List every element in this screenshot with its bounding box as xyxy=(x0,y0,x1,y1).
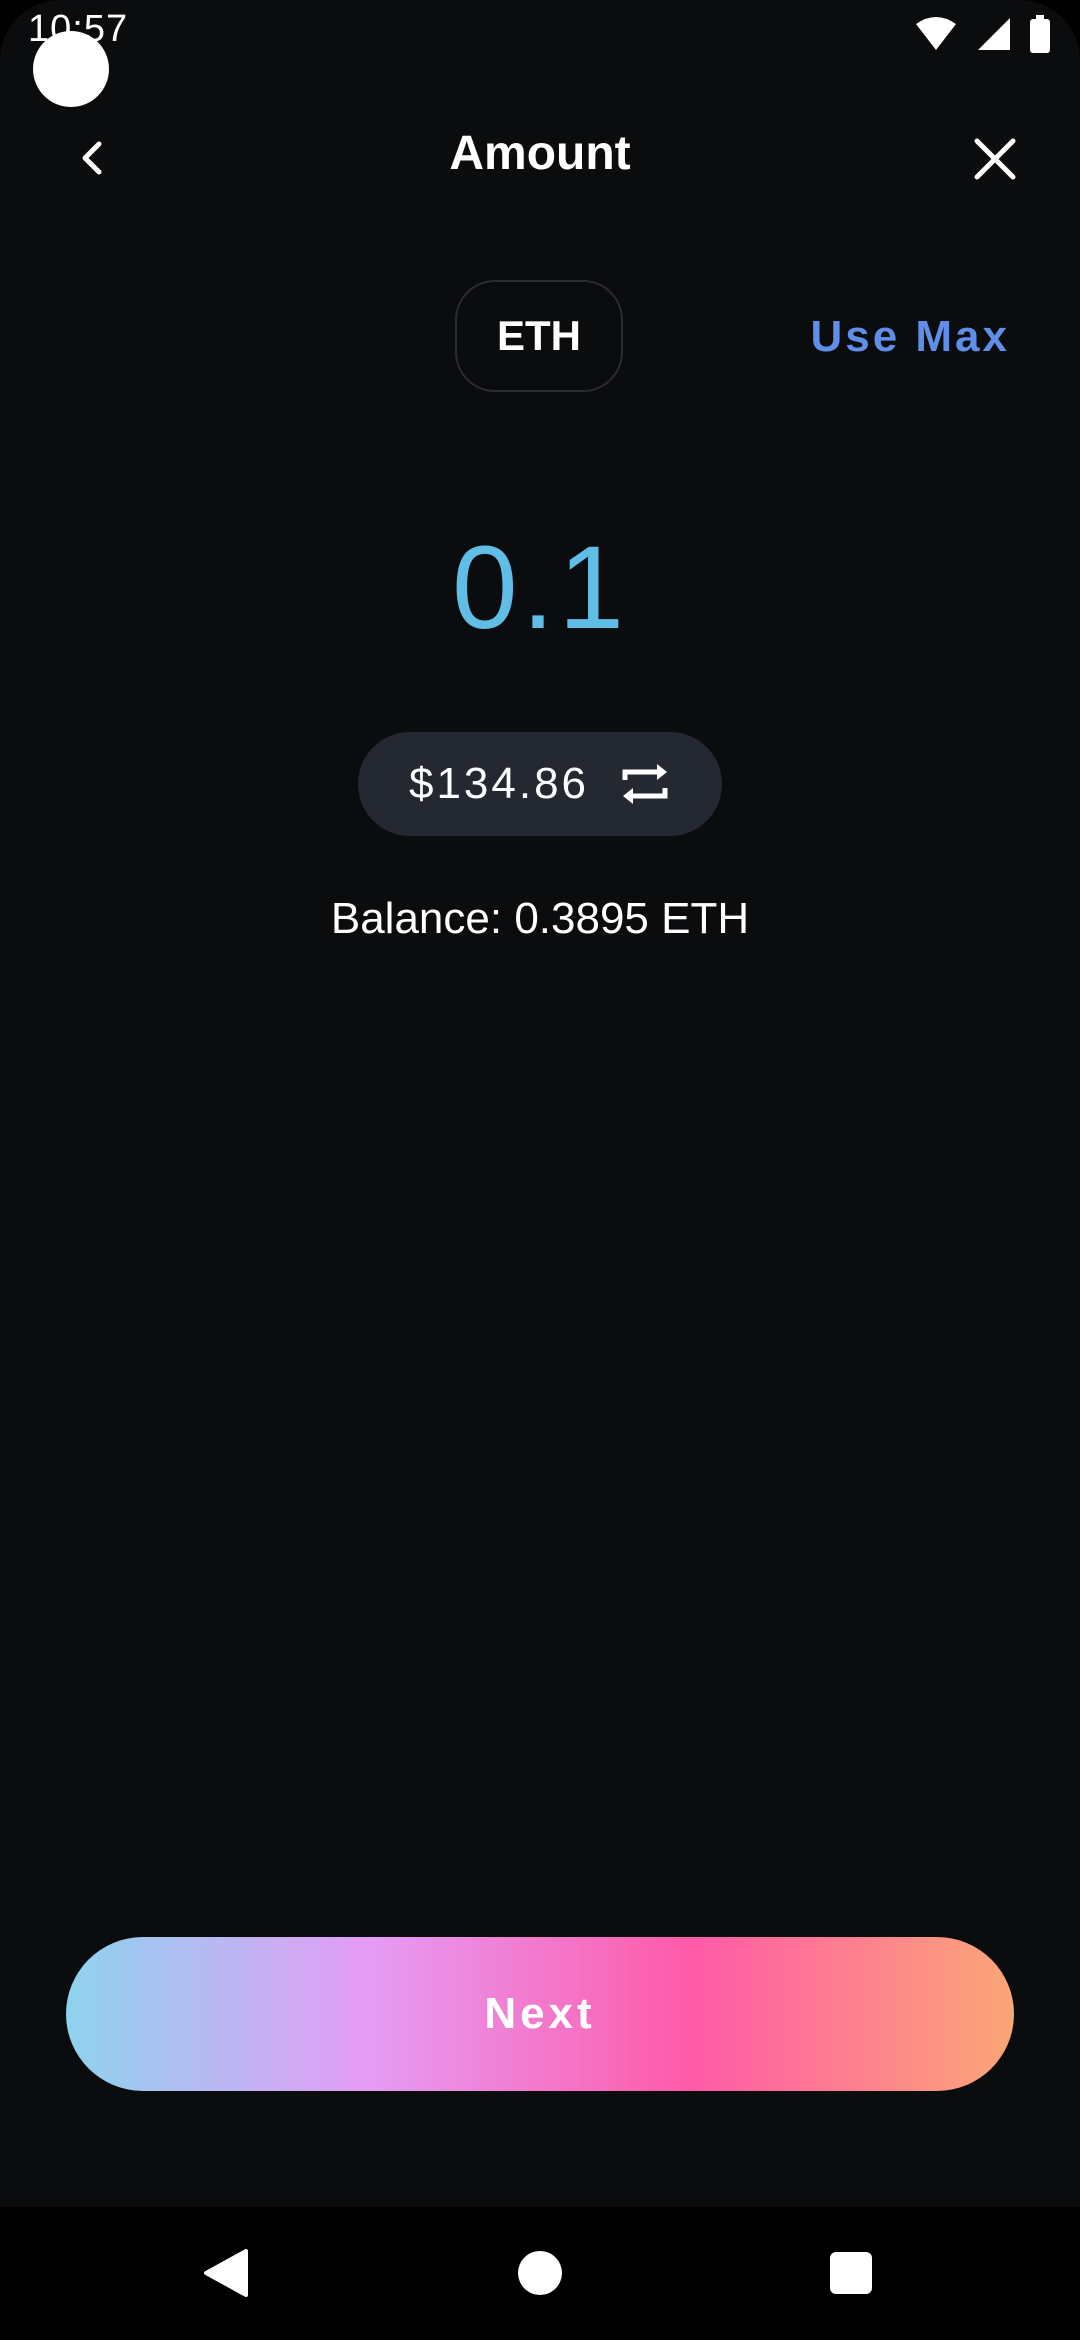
balance-text: Balance: 0.3895 ETH xyxy=(330,894,750,943)
nav-back-icon[interactable] xyxy=(200,2247,250,2299)
fiat-toggle-button[interactable]: $134.86 xyxy=(358,732,722,836)
nav-home-icon[interactable] xyxy=(518,2251,562,2295)
system-nav-bar xyxy=(0,2207,1080,2340)
next-button[interactable]: Next xyxy=(66,1937,1014,2091)
page-title: Amount xyxy=(449,127,631,180)
close-icon xyxy=(974,138,1016,180)
swap-icon xyxy=(622,764,668,804)
token-selector-button[interactable]: ETH xyxy=(455,280,623,392)
signal-icon xyxy=(978,18,1010,50)
close-button[interactable] xyxy=(960,124,1030,194)
header: Amount xyxy=(0,110,1080,200)
nav-recents-icon[interactable] xyxy=(830,2252,872,2294)
use-max-button[interactable]: Use Max xyxy=(810,312,1010,362)
battery-icon xyxy=(1030,15,1050,53)
camera-cutout xyxy=(33,31,109,107)
fiat-value: $134.86 xyxy=(408,759,590,808)
wifi-icon xyxy=(916,17,956,50)
screen: 10:57 Amount ETH Use Max 0.1 $134.86 Bal… xyxy=(0,0,1080,2340)
amount-input[interactable]: 0.1 xyxy=(0,520,1080,656)
status-icons xyxy=(914,14,1050,54)
token-symbol: ETH xyxy=(497,312,581,359)
